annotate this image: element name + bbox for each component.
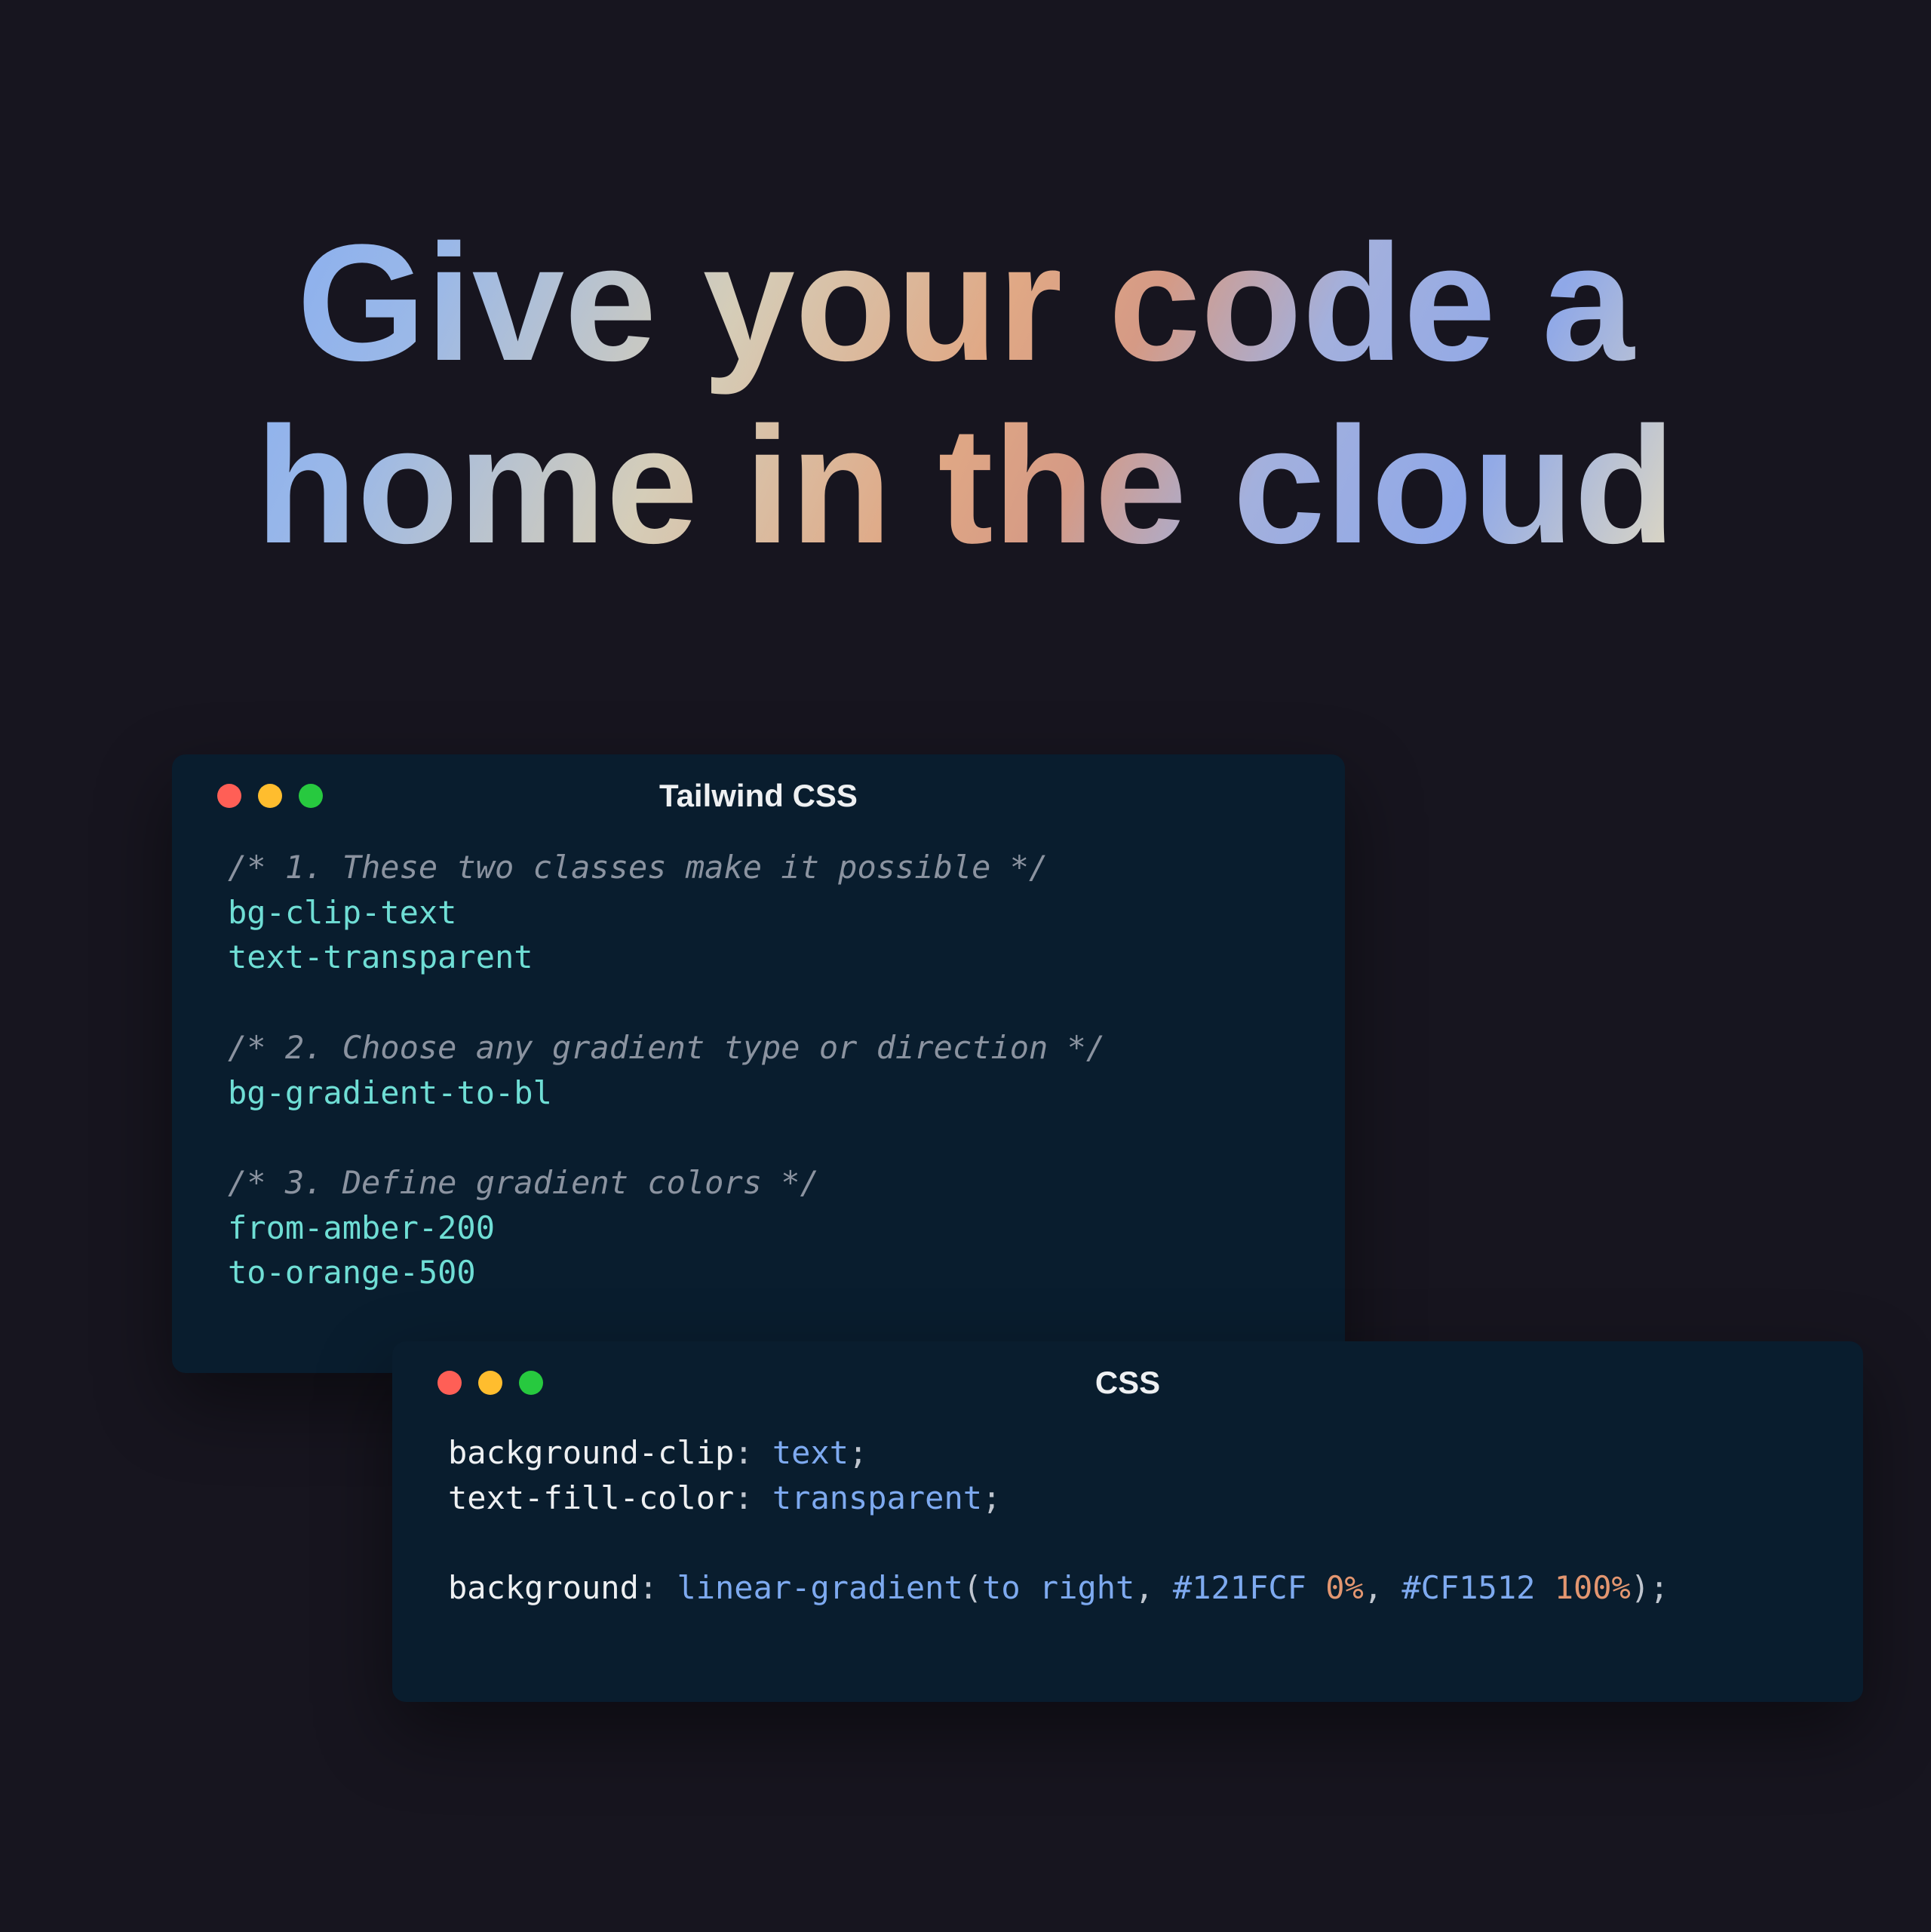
code-window-css: CSS background-clip: text; text-fill-col… xyxy=(392,1341,1863,1702)
window-header: CSS xyxy=(392,1341,1863,1424)
traffic-lights xyxy=(437,1371,543,1395)
code-comment: /* 1. These two classes make it possible… xyxy=(228,849,1048,886)
traffic-light-zoom-icon[interactable] xyxy=(519,1371,543,1395)
code-comment: /* 2. Choose any gradient type or direct… xyxy=(228,1029,1105,1066)
window-header: Tailwind CSS xyxy=(172,754,1345,837)
code-window-tailwind: Tailwind CSS /* 1. These two classes mak… xyxy=(172,754,1345,1373)
css-property: background-clip xyxy=(448,1434,734,1471)
tw-class: to-orange-500 xyxy=(228,1254,476,1291)
traffic-light-zoom-icon[interactable] xyxy=(299,784,323,808)
traffic-light-minimize-icon[interactable] xyxy=(258,784,282,808)
traffic-light-minimize-icon[interactable] xyxy=(478,1371,502,1395)
window-title: Tailwind CSS xyxy=(172,778,1345,814)
css-function: linear-gradient xyxy=(677,1569,962,1606)
tw-class: bg-gradient-to-bl xyxy=(228,1074,552,1111)
css-percent: 100% xyxy=(1555,1569,1631,1606)
css-percent: 0% xyxy=(1325,1569,1364,1606)
code-body-tailwind: /* 1. These two classes make it possible… xyxy=(172,837,1345,1333)
tw-class: from-amber-200 xyxy=(228,1209,495,1246)
css-hex: #121FCF xyxy=(1173,1569,1306,1606)
traffic-light-close-icon[interactable] xyxy=(437,1371,462,1395)
traffic-light-close-icon[interactable] xyxy=(217,784,241,808)
window-title: CSS xyxy=(392,1365,1863,1401)
css-value: transparent xyxy=(772,1479,982,1516)
code-body-css: background-clip: text; text-fill-color: … xyxy=(392,1424,1863,1648)
tw-class: bg-clip-text xyxy=(228,894,456,931)
css-hex: #CF1512 xyxy=(1401,1569,1535,1606)
hero-title: Give your code a home in the cloud xyxy=(136,211,1795,576)
code-comment: /* 3. Define gradient colors */ xyxy=(228,1164,819,1201)
css-value: to right xyxy=(982,1569,1134,1606)
css-property: text-fill-color xyxy=(448,1479,734,1516)
css-property: background xyxy=(448,1569,639,1606)
traffic-lights xyxy=(217,784,323,808)
css-value: text xyxy=(772,1434,849,1471)
tw-class: text-transparent xyxy=(228,938,533,975)
